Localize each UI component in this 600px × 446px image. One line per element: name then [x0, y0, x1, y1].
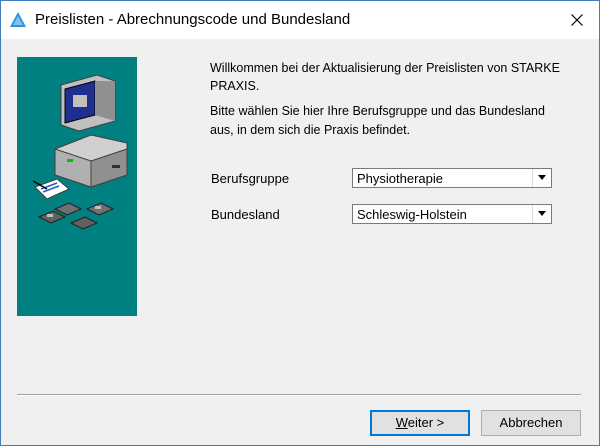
computer-illustration-icon — [32, 74, 128, 230]
cancel-button[interactable]: Abbrechen — [481, 410, 581, 436]
welcome-text: Willkommen bei der Aktualisierung der Pr… — [210, 61, 560, 93]
side-illustration-panel — [17, 57, 137, 316]
next-button-mnemonic: W — [395, 415, 408, 430]
close-icon — [571, 14, 583, 26]
chevron-down-icon — [538, 175, 546, 180]
button-divider — [17, 394, 581, 396]
berufsgruppe-dropdown[interactable]: Physiotherapie — [352, 168, 552, 188]
bundesland-dropdown[interactable]: Schleswig-Holstein — [352, 204, 552, 224]
instruction-text: Bitte wählen Sie hier Ihre Berufsgruppe … — [210, 104, 545, 137]
title-bar[interactable]: Preislisten - Abrechnungscode und Bundes… — [1, 1, 599, 39]
dialog-window: Preislisten - Abrechnungscode und Bundes… — [0, 0, 600, 446]
berufsgruppe-dropdown-button[interactable] — [532, 169, 551, 187]
next-button[interactable]: Weiter > — [370, 410, 470, 436]
bundesland-value: Schleswig-Holstein — [357, 207, 467, 222]
next-button-label: eiter > — [407, 415, 445, 430]
bundesland-label: Bundesland — [211, 207, 280, 222]
app-icon — [9, 11, 27, 29]
close-button[interactable] — [555, 1, 599, 39]
chevron-down-icon — [538, 211, 546, 216]
window-title: Preislisten - Abrechnungscode und Bundes… — [35, 11, 351, 28]
berufsgruppe-label: Berufsgruppe — [211, 171, 290, 186]
berufsgruppe-value: Physiotherapie — [357, 171, 443, 186]
bundesland-dropdown-button[interactable] — [532, 205, 551, 223]
